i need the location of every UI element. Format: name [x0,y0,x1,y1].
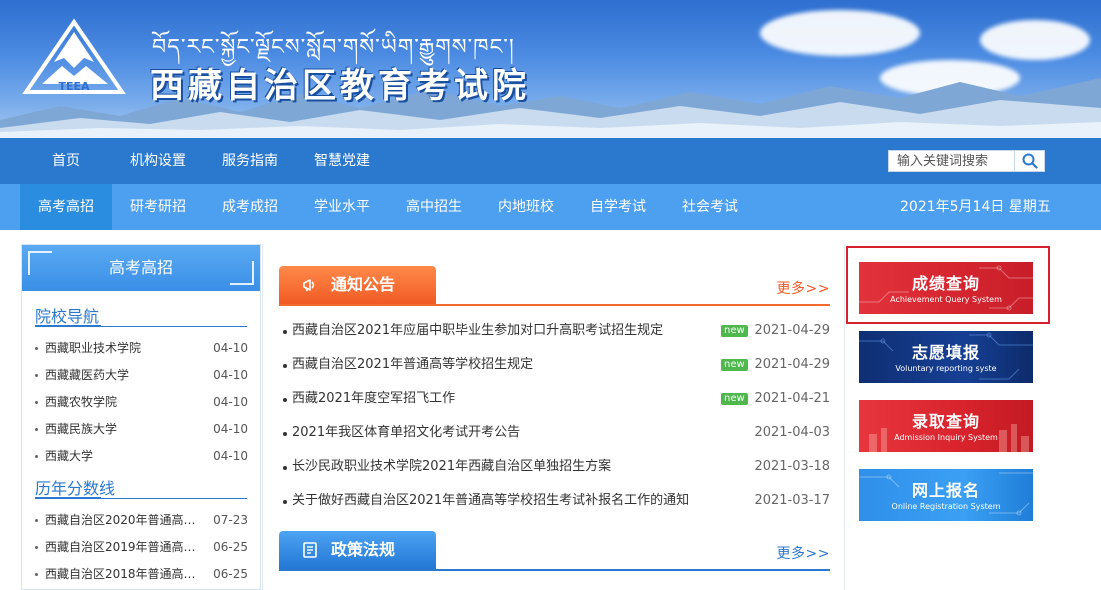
nav-item-organization[interactable]: 机构设置 [130,138,186,184]
teea-logo: TEEA [22,18,126,94]
search-box [888,150,1045,172]
achievement-query-button[interactable]: 成绩查询 Achievement Query System [859,262,1033,314]
policy-title: 政策法规 [331,540,396,559]
megaphone-icon [303,279,315,292]
new-badge: new [721,325,748,337]
policy-header: 政策法规 更多>> [279,531,830,571]
notice-header: 通知公告 更多>> [279,266,830,306]
list-item[interactable]: 西藏职业技术学院 04-10 [35,338,248,358]
list-item[interactable]: 西藏农牧学院 04-10 [35,392,248,412]
search-input[interactable] [889,151,1019,171]
list-item[interactable]: 西藏民族大学 04-10 [35,419,248,439]
news-item[interactable]: 长沙民政职业技术学院2021年西藏自治区单独招生方案 2021-03-18 [279,456,830,478]
voluntary-reporting-button[interactable]: 志愿填报 Voluntary reporting syste [859,331,1033,383]
new-badge: new [721,393,748,405]
subnav-item-adult[interactable]: 成考成招 [204,184,296,230]
left-sidebar: 高考高招 院校导航 西藏职业技术学院 04-10 西藏藏医药大学 04-10 西藏农… [21,244,261,590]
list-item[interactable]: 西藏藏医药大学 04-10 [35,365,248,385]
search-icon [1022,153,1038,169]
notice-title: 通知公告 [331,275,396,294]
news-item[interactable]: 西藏自治区2021年普通高等学校招生规定 new 2021-04-29 [279,354,830,376]
main-content: 通知公告 更多>> 西藏自治区2021年应届中职毕业生参加对口升高职考试招生规定… [262,244,845,590]
sidebar-title: 高考高招 [108,258,173,277]
sidebar-header: 高考高招 [22,245,260,291]
tab-notice[interactable]: 通知公告 [279,266,436,304]
subnav-item-gaokao[interactable]: 高考高招 [20,184,112,230]
notice-more-link[interactable]: 更多>> [777,278,830,298]
new-badge: new [721,359,748,371]
search-button[interactable] [1014,151,1044,171]
list-item[interactable]: 西藏大学 04-10 [35,446,248,466]
news-item[interactable]: 关于做好西藏自治区2021年普通高等学校招生考试补报名工作的通知 2021-03-… [279,490,830,512]
cloud-decoration [980,20,1090,60]
list-item[interactable]: 西藏自治区2019年普通高等... 06-25 [35,537,248,557]
cloud-decoration [760,10,920,56]
nav-item-home[interactable]: 首页 [52,138,80,184]
list-item[interactable]: 西藏自治区2020年普通高等... 07-23 [35,510,248,530]
subnav-item-high-school[interactable]: 高中招生 [388,184,480,230]
tab-policy[interactable]: 政策法规 [279,531,436,569]
nav-item-service-guide[interactable]: 服务指南 [222,138,278,184]
list-item[interactable]: 西藏自治区2018年普通高等... 06-25 [35,564,248,584]
admission-inquiry-button[interactable]: 录取查询 Admission Inquiry System [859,400,1033,452]
online-registration-button[interactable]: 网上报名 Online Registration System [859,469,1033,521]
main-nav: 首页 机构设置 服务指南 智慧党建 [0,138,1101,184]
header-banner: TEEA བོད་རང་སྐྱོང་ལྗོངས་སློབ་གསོ་ཡིག་རྒྱ… [0,0,1101,138]
nav-item-party-building[interactable]: 智慧党建 [314,138,370,184]
subnav-item-inland-class[interactable]: 内地班校 [480,184,572,230]
section-title-score-lines[interactable]: 历年分数线 [35,475,115,499]
news-item[interactable]: 2021年我区体育单招文化考试开考公告 2021-04-03 [279,422,830,444]
subnav-item-graduate[interactable]: 研考研招 [112,184,204,230]
section-title-college-nav[interactable]: 院校导航 [35,303,99,327]
section-divider [35,497,247,499]
subnav-item-social-exam[interactable]: 社会考试 [664,184,756,230]
sub-nav: 高考高招 研考研招 成考成招 学业水平 高中招生 内地班校 自学考试 社会考试 … [0,184,1101,230]
news-item[interactable]: 西藏自治区2021年应届中职毕业生参加对口升高职考试招生规定 new 2021-04… [279,320,830,342]
subnav-item-self-study[interactable]: 自学考试 [572,184,664,230]
logo-text: TEEA [58,80,90,93]
section-divider [35,325,247,327]
current-date: 2021年5月14日 星期五 [900,199,1051,215]
policy-more-link[interactable]: 更多>> [777,543,830,563]
document-icon [303,542,317,558]
site-title: 西藏自治区教育考试院 [150,66,530,106]
subnav-item-academic-level[interactable]: 学业水平 [296,184,388,230]
news-item[interactable]: 西藏2021年度空军招飞工作 new 2021-04-21 [279,388,830,410]
